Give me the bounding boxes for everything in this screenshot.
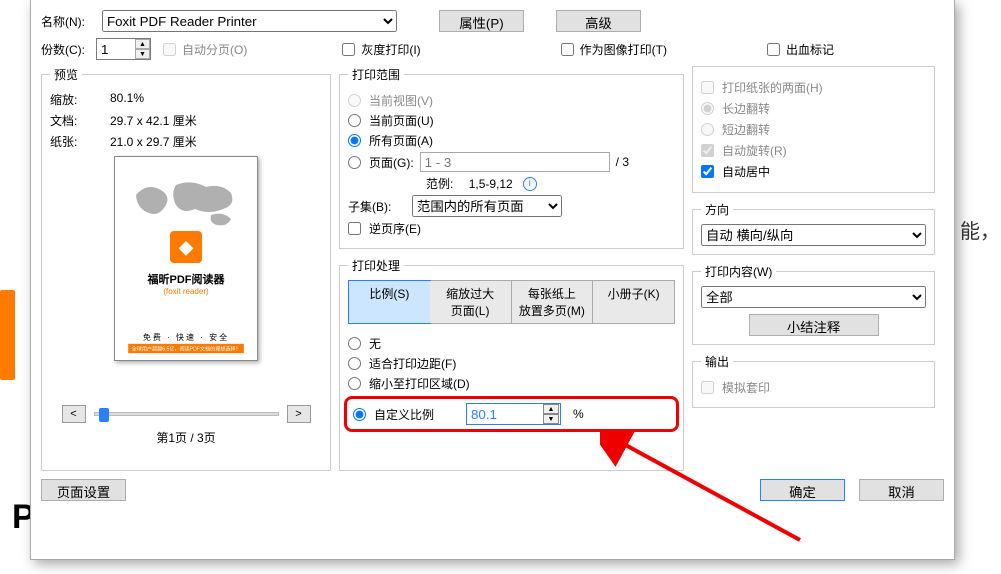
current-view-radio: [348, 94, 361, 107]
page-preview-thumbnail: ◆ 福昕PDF阅读器 (foxit reader) 免费 · 快速 · 安全 全…: [114, 156, 258, 361]
printer-select[interactable]: Foxit PDF Reader Printer: [102, 10, 397, 32]
preview-product-subtitle: (foxit reader): [163, 287, 208, 296]
orientation-select[interactable]: 自动 横向/纵向: [701, 224, 926, 246]
grayscale-checkbox[interactable]: [342, 43, 355, 56]
slider-thumb[interactable]: [99, 408, 109, 422]
print-as-image-option[interactable]: 作为图像打印(T): [561, 41, 667, 58]
foxit-logo-icon: ◆: [170, 231, 202, 263]
print-range-legend: 打印范围: [348, 66, 404, 83]
copies-spinner[interactable]: ▲▼: [96, 38, 151, 60]
scale-none-radio[interactable]: [348, 337, 361, 350]
print-handling-legend: 打印处理: [348, 257, 404, 274]
preview-prev-button[interactable]: <: [62, 405, 86, 423]
orientation-legend: 方向: [701, 201, 733, 218]
simulate-overprint-checkbox: [701, 381, 714, 394]
doc-size: 29.7 x 42.1 厘米: [110, 112, 322, 129]
scale-custom-radio[interactable]: [353, 408, 366, 421]
reverse-order-checkbox[interactable]: [348, 222, 361, 235]
world-map-graphic: [131, 175, 241, 231]
example-value: 1,5-9,12: [469, 177, 513, 191]
long-edge-radio: [701, 102, 714, 115]
tab-booklet[interactable]: 小册子(K): [593, 281, 674, 323]
output-legend: 输出: [701, 353, 733, 370]
doc-label: 文档:: [50, 112, 110, 129]
all-pages-radio[interactable]: [348, 134, 361, 147]
page-position-label: 第1页 / 3页: [50, 429, 322, 446]
preview-panel: 预览 缩放: 80.1% 文档: 29.7 x 42.1 厘米 纸张: 21.0…: [41, 66, 331, 471]
print-as-image-checkbox[interactable]: [561, 43, 574, 56]
copies-label: 份数(C):: [41, 41, 96, 58]
custom-scale-down[interactable]: ▼: [543, 414, 559, 424]
scale-fit-margins-radio[interactable]: [348, 357, 361, 370]
example-label: 范例:: [426, 175, 453, 192]
ok-button[interactable]: 确定: [760, 479, 845, 501]
subset-label: 子集(B):: [348, 198, 406, 215]
orientation-panel: 方向 自动 横向/纵向: [692, 201, 935, 255]
custom-scale-spinner[interactable]: ▲▼: [466, 403, 561, 425]
tab-multi-per-sheet[interactable]: 每张纸上 放置多页(M): [512, 281, 594, 323]
duplex-checkbox: [701, 81, 714, 94]
preview-legend: 预览: [50, 66, 82, 83]
percent-label: %: [573, 407, 584, 421]
short-edge-radio: [701, 123, 714, 136]
background-hint-text: 能，: [960, 215, 1000, 244]
preview-next-button[interactable]: >: [287, 405, 311, 423]
preview-product-title: 福昕PDF阅读器: [148, 271, 225, 287]
collate-option: 自动分页(O): [163, 41, 247, 58]
preview-slider[interactable]: [94, 412, 279, 416]
auto-center-checkbox[interactable]: [701, 165, 714, 178]
print-handling-panel: 打印处理 比例(S) 缩放过大 页面(L) 每张纸上 放置多页(M) 小册子(K…: [339, 257, 684, 471]
paper-label: 纸张:: [50, 133, 110, 150]
print-content-select[interactable]: 全部: [701, 286, 926, 308]
print-content-panel: 打印内容(W) 全部 小结注释: [692, 263, 935, 345]
copies-up[interactable]: ▲: [135, 39, 150, 49]
zoom-label: 缩放:: [50, 91, 110, 108]
bleed-marks-option[interactable]: 出血标记: [767, 41, 834, 58]
auto-rotate-checkbox: [701, 144, 714, 157]
tab-fit-large[interactable]: 缩放过大 页面(L): [430, 281, 512, 323]
tab-scale[interactable]: 比例(S): [348, 280, 431, 324]
handling-tabs: 比例(S) 缩放过大 页面(L) 每张纸上 放置多页(M) 小册子(K): [348, 280, 675, 324]
print-range-panel: 打印范围 当前视图(V) 当前页面(U) 所有页面(A) 页面(G): / 3 …: [339, 66, 684, 249]
pages-input[interactable]: [420, 152, 610, 172]
summarize-comments-button[interactable]: 小结注释: [749, 314, 879, 336]
current-page-radio[interactable]: [348, 114, 361, 127]
properties-button[interactable]: 属性(P): [439, 10, 524, 32]
print-content-legend: 打印内容(W): [701, 263, 776, 280]
name-label: 名称(N):: [41, 13, 96, 30]
custom-scale-up[interactable]: ▲: [543, 404, 559, 414]
paper-options-panel: 打印纸张的两面(H) 长边翻转 短边翻转 自动旋转(R) 自动居中: [692, 66, 935, 193]
custom-scale-input[interactable]: [467, 404, 543, 424]
zoom-value: 80.1%: [110, 91, 322, 108]
print-dialog: 名称(N): Foxit PDF Reader Printer 属性(P) 高级…: [30, 0, 955, 560]
cancel-button[interactable]: 取消: [859, 479, 944, 501]
subset-select[interactable]: 范围内的所有页面: [412, 195, 562, 217]
collate-checkbox: [163, 43, 176, 56]
copies-input[interactable]: [97, 39, 135, 59]
copies-down[interactable]: ▼: [135, 49, 150, 59]
bleed-marks-checkbox[interactable]: [767, 43, 780, 56]
pages-total: / 3: [616, 155, 629, 169]
page-setup-button[interactable]: 页面设置: [41, 479, 126, 501]
background-accent: [0, 290, 15, 380]
advanced-button[interactable]: 高级: [556, 10, 641, 32]
info-icon[interactable]: i: [523, 177, 537, 191]
grayscale-option[interactable]: 灰度打印(I): [342, 41, 420, 58]
paper-size: 21.0 x 29.7 厘米: [110, 133, 322, 150]
scale-shrink-radio[interactable]: [348, 377, 361, 390]
pages-radio[interactable]: [348, 156, 361, 169]
output-panel: 输出 模拟套印: [692, 353, 935, 408]
preview-footer: 免费 · 快速 · 安全 全球用户超越6.5亿，阅读PDF文档的理想选择！: [115, 332, 257, 354]
